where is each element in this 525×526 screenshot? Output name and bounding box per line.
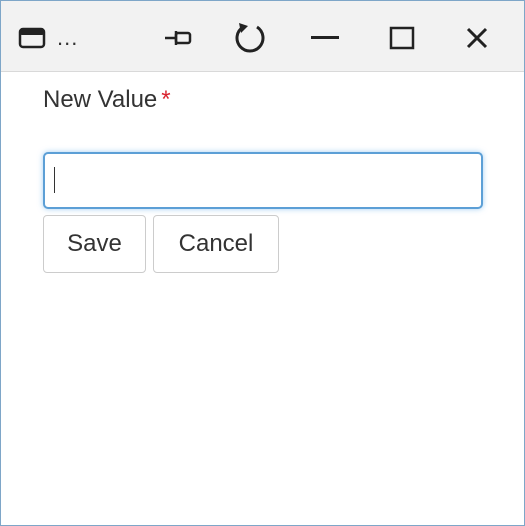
close-icon[interactable] bbox=[456, 21, 498, 55]
text-caret bbox=[54, 167, 55, 193]
refresh-icon[interactable] bbox=[229, 18, 271, 58]
cancel-button[interactable]: Cancel bbox=[153, 215, 279, 273]
required-marker: * bbox=[161, 86, 171, 113]
new-value-input[interactable] bbox=[43, 152, 483, 209]
window-title: ... bbox=[57, 25, 79, 50]
dialog-window: ... New Value * Save Cancel bbox=[0, 0, 525, 526]
field-label-text: New Value bbox=[43, 86, 158, 113]
title-bar: ... bbox=[1, 1, 524, 72]
save-button[interactable]: Save bbox=[43, 215, 146, 273]
form-actions: Save Cancel bbox=[43, 215, 279, 273]
form-content: New Value * Save Cancel bbox=[43, 85, 483, 273]
minimize-icon[interactable] bbox=[304, 21, 346, 55]
window-app-icon bbox=[17, 24, 47, 52]
pin-icon[interactable] bbox=[158, 21, 198, 55]
new-value-label: New Value * bbox=[43, 85, 482, 115]
maximize-icon[interactable] bbox=[381, 21, 423, 55]
